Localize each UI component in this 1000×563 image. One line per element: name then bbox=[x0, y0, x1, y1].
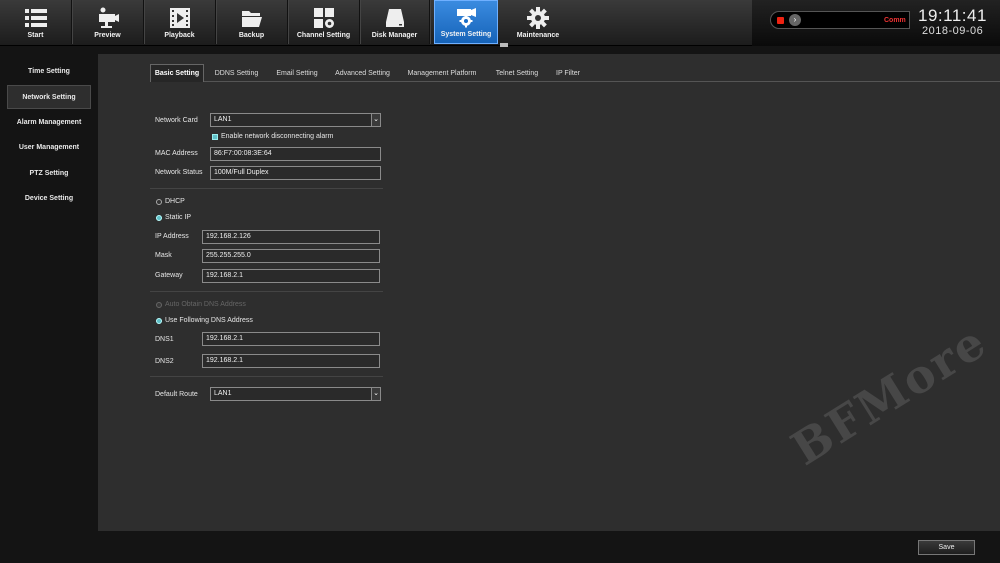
chevron-down-icon: ⌄ bbox=[371, 388, 380, 400]
toolbar-system-setting-button[interactable]: System Setting bbox=[434, 0, 498, 44]
sidebar-item-time-setting[interactable]: Time Setting bbox=[7, 59, 91, 83]
list-icon bbox=[24, 9, 47, 27]
dns1-label: DNS1 bbox=[155, 336, 174, 343]
toolbar-preview-label: Preview bbox=[94, 32, 121, 39]
sidebar-item-network-setting[interactable]: Network Setting bbox=[7, 85, 91, 109]
network-card-label: Network Card bbox=[155, 117, 198, 124]
channel-settings-icon bbox=[313, 8, 334, 28]
film-icon bbox=[169, 8, 190, 28]
network-status-label: Network Status bbox=[155, 169, 203, 176]
toolbar-disk-manager-button[interactable]: Disk Manager bbox=[360, 0, 430, 44]
disconnect-alarm-checkbox[interactable] bbox=[212, 134, 218, 140]
network-card-select[interactable]: LAN1 ⌄ bbox=[210, 113, 381, 127]
static-ip-radio[interactable] bbox=[156, 215, 162, 221]
dns2-label: DNS2 bbox=[155, 358, 174, 365]
tab-ddns-setting[interactable]: DDNS Setting bbox=[208, 64, 265, 82]
static-ip-label: Static IP bbox=[165, 214, 192, 221]
default-route-label: Default Route bbox=[155, 391, 198, 398]
dhcp-radio[interactable] bbox=[156, 199, 162, 205]
default-route-select[interactable]: LAN1 ⌄ bbox=[210, 387, 381, 401]
clock-date: 2018-09-06 bbox=[922, 25, 984, 37]
tab-email-setting[interactable]: Email Setting bbox=[269, 64, 325, 82]
tab-ip-filter[interactable]: IP Filter bbox=[550, 64, 586, 82]
section-divider bbox=[150, 291, 383, 292]
mac-address-label: MAC Address bbox=[155, 150, 198, 157]
auto-dns-label: Auto Obtain DNS Address bbox=[165, 301, 246, 308]
manual-dns-label: Use Following DNS Address bbox=[165, 317, 253, 324]
mask-field[interactable]: 255.255.255.0 bbox=[202, 249, 380, 263]
ip-address-label: IP Address bbox=[155, 233, 189, 240]
gear-icon bbox=[527, 7, 549, 29]
tab-management-platform[interactable]: Management Platform bbox=[400, 64, 484, 82]
disk-icon bbox=[385, 9, 404, 27]
toolbar-channel-setting-label: Channel Setting bbox=[296, 32, 351, 39]
mask-label: Mask bbox=[155, 252, 172, 259]
tab-telnet-setting[interactable]: Telnet Setting bbox=[488, 64, 546, 82]
dhcp-label: DHCP bbox=[165, 198, 185, 205]
folder-icon bbox=[241, 11, 262, 27]
disconnect-alarm-label: Enable network disconnecting alarm bbox=[221, 133, 334, 140]
toolbar-system-setting-label: System Setting bbox=[440, 31, 492, 38]
camera-gear-icon bbox=[457, 8, 476, 28]
toolbar-backup-button[interactable]: Backup bbox=[216, 0, 288, 44]
toolbar-start-button[interactable]: Start bbox=[0, 0, 72, 44]
bottom-bar bbox=[0, 531, 1000, 563]
toolbar-preview-button[interactable]: Preview bbox=[72, 0, 144, 44]
network-status-field[interactable]: 100M/Full Duplex bbox=[210, 166, 381, 180]
dns2-field[interactable]: 192.168.2.1 bbox=[202, 354, 380, 368]
chevron-down-icon: ⌄ bbox=[371, 114, 380, 126]
auto-dns-radio[interactable] bbox=[156, 302, 162, 308]
sidebar-item-user-management[interactable]: User Management bbox=[7, 135, 91, 159]
dns1-field[interactable]: 192.168.2.1 bbox=[202, 332, 380, 346]
default-route-value: LAN1 bbox=[214, 390, 232, 397]
save-button[interactable]: Save bbox=[918, 540, 975, 555]
toolbar-maintenance-label: Maintenance bbox=[516, 32, 560, 39]
mac-address-field[interactable]: 86:F7:00:08:3E:64 bbox=[210, 147, 381, 161]
section-divider bbox=[150, 376, 383, 377]
play-circle-icon[interactable]: › bbox=[789, 14, 801, 26]
toolbar-maintenance-button[interactable]: Maintenance bbox=[502, 0, 574, 44]
ip-address-field[interactable]: 192.168.2.126 bbox=[202, 230, 380, 244]
gateway-field[interactable]: 192.168.2.1 bbox=[202, 269, 380, 283]
active-tab-marker bbox=[500, 43, 508, 47]
clock-time: 19:11:41 bbox=[918, 6, 987, 25]
tab-basic-setting[interactable]: Basic Setting bbox=[150, 64, 204, 82]
toolbar-channel-setting-button[interactable]: Channel Setting bbox=[288, 0, 360, 44]
tab-advanced-setting[interactable]: Advanced Setting bbox=[329, 64, 396, 82]
toolbar-start-label: Start bbox=[27, 32, 44, 39]
toolbar-playback-button[interactable]: Playback bbox=[144, 0, 216, 44]
toolbar-disk-manager-label: Disk Manager bbox=[371, 32, 418, 39]
comm-status: Comm bbox=[884, 17, 906, 24]
sidebar-item-alarm-management[interactable]: Alarm Management bbox=[7, 110, 91, 134]
toolbar-backup-label: Backup bbox=[238, 32, 265, 39]
sidebar-item-device-setting[interactable]: Device Setting bbox=[7, 186, 91, 210]
section-divider bbox=[150, 188, 383, 189]
camera-icon bbox=[98, 7, 119, 28]
manual-dns-radio[interactable] bbox=[156, 318, 162, 324]
sidebar-item-ptz-setting[interactable]: PTZ Setting bbox=[7, 161, 91, 185]
network-card-value: LAN1 bbox=[214, 116, 232, 123]
gateway-label: Gateway bbox=[155, 272, 183, 279]
record-indicator-icon bbox=[777, 17, 784, 24]
toolbar-playback-label: Playback bbox=[164, 32, 195, 39]
